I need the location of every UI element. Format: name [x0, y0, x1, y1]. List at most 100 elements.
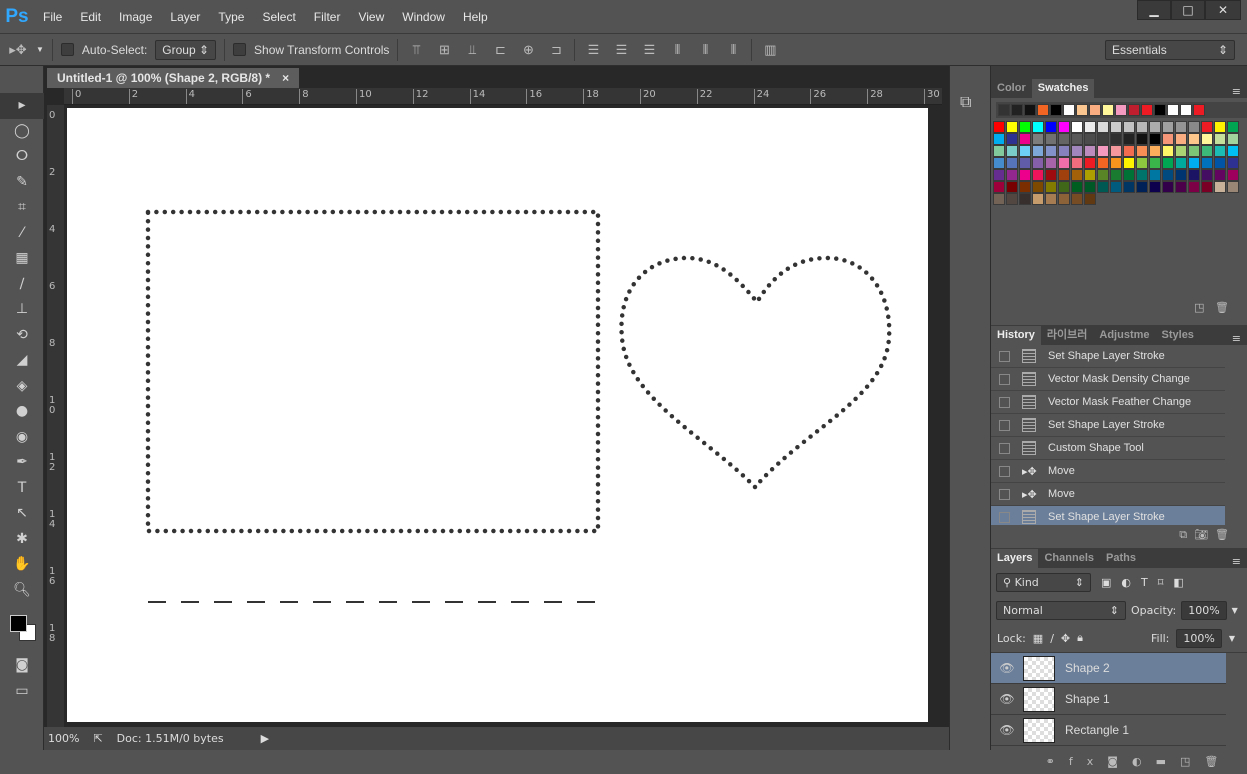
- swatch[interactable]: [1175, 145, 1187, 157]
- swatch[interactable]: [1136, 133, 1148, 145]
- swatch[interactable]: [1032, 121, 1044, 133]
- swatch[interactable]: [1058, 133, 1070, 145]
- swatch[interactable]: [1227, 169, 1239, 181]
- swatch[interactable]: [1110, 145, 1122, 157]
- swatch[interactable]: [993, 145, 1005, 157]
- swatch[interactable]: [1045, 181, 1057, 193]
- visibility-eye-icon[interactable]: 👁︎: [991, 723, 1023, 737]
- swatch[interactable]: [1162, 169, 1174, 181]
- swatch[interactable]: [1058, 193, 1070, 205]
- swatch[interactable]: [1162, 157, 1174, 169]
- swatch[interactable]: [1188, 121, 1200, 133]
- swatch[interactable]: [1167, 104, 1179, 116]
- swatch[interactable]: [1136, 145, 1148, 157]
- swatch[interactable]: [1084, 169, 1096, 181]
- swatch[interactable]: [1162, 181, 1174, 193]
- new-document-from-state-icon[interactable]: ⧉: [1179, 528, 1187, 541]
- align-right-icon[interactable]: ⊐: [546, 42, 566, 58]
- healing-brush-tool-icon[interactable]: ▦: [0, 246, 44, 272]
- tab-history[interactable]: History: [991, 326, 1041, 345]
- swatch[interactable]: [1214, 169, 1226, 181]
- swatch[interactable]: [1084, 193, 1096, 205]
- swatch[interactable]: [1214, 121, 1226, 133]
- screen-mode-icon[interactable]: ▭: [0, 679, 44, 705]
- fill-input[interactable]: 100%: [1176, 628, 1222, 648]
- crop-tool-icon[interactable]: ⌗: [0, 195, 44, 221]
- path-select-tool-icon[interactable]: ↖: [0, 501, 44, 527]
- swatch[interactable]: [1136, 121, 1148, 133]
- distribute-left-icon[interactable]: ⦀: [667, 42, 687, 58]
- swatch[interactable]: [1162, 145, 1174, 157]
- menu-layer[interactable]: Layer: [161, 10, 209, 24]
- swatch[interactable]: [993, 193, 1005, 205]
- dotted-heart[interactable]: [685, 154, 757, 302]
- swatch[interactable]: [1045, 145, 1057, 157]
- swatch[interactable]: [1019, 169, 1031, 181]
- status-menu-arrow[interactable]: ▶: [261, 732, 269, 745]
- align-bottom-icon[interactable]: ⫫: [462, 42, 482, 58]
- document-tab[interactable]: Untitled-1 @ 100% (Shape 2, RGB/8) * ×: [47, 68, 300, 88]
- mask-icon[interactable]: ◙: [1107, 755, 1132, 768]
- history-snapshot-checkbox[interactable]: [999, 396, 1010, 408]
- menu-help[interactable]: Help: [454, 10, 497, 24]
- swatch[interactable]: [1110, 133, 1122, 145]
- swatch[interactable]: [1045, 157, 1057, 169]
- pen-tool-icon[interactable]: ✒: [0, 450, 44, 476]
- swatch[interactable]: [1214, 181, 1226, 193]
- history-snapshot-checkbox[interactable]: [999, 465, 1010, 477]
- swatch[interactable]: [1045, 169, 1057, 181]
- swatch[interactable]: [1175, 133, 1187, 145]
- swatch[interactable]: [1123, 145, 1135, 157]
- new-layer-icon[interactable]: ◳: [1180, 755, 1204, 768]
- swatch[interactable]: [1063, 104, 1075, 116]
- ruler-top[interactable]: 0 2 4 6 8 10 12 14 16 18 20 22 24 26 28 30: [64, 88, 942, 105]
- marquee-tool-icon[interactable]: ◯: [0, 119, 44, 145]
- fx-icon[interactable]: fx: [1069, 755, 1107, 768]
- menu-file[interactable]: File: [34, 10, 71, 24]
- history-snapshot-checkbox[interactable]: [999, 419, 1010, 431]
- history-item[interactable]: Custom Shape Tool: [991, 437, 1225, 460]
- swatch[interactable]: [1175, 181, 1187, 193]
- zoom-level[interactable]: 100%: [48, 732, 79, 745]
- history-snapshot-checkbox[interactable]: [999, 488, 1010, 500]
- swatch[interactable]: [1058, 157, 1070, 169]
- snapshot-icon[interactable]: 📷︎: [1194, 528, 1208, 541]
- tab-channels[interactable]: Channels: [1038, 549, 1100, 568]
- filter-type-icon[interactable]: T: [1141, 576, 1148, 589]
- lock-image-icon[interactable]: ∕: [1050, 632, 1054, 645]
- swatch[interactable]: [1188, 133, 1200, 145]
- transform-controls-checkbox[interactable]: [233, 43, 247, 56]
- align-vcenter-icon[interactable]: ⊞: [434, 42, 454, 58]
- distribute-top-icon[interactable]: ☰: [583, 42, 603, 58]
- swatch[interactable]: [1175, 157, 1187, 169]
- swatch[interactable]: [993, 121, 1005, 133]
- link-icon[interactable]: ⚭: [1046, 755, 1069, 768]
- distribute-bottom-icon[interactable]: ☰: [639, 42, 659, 58]
- swatch[interactable]: [1123, 169, 1135, 181]
- opacity-dropdown[interactable]: ▼: [1232, 606, 1238, 615]
- custom-shape-tool-icon[interactable]: ✱: [0, 527, 44, 553]
- canvas[interactable]: [67, 108, 928, 722]
- tab-swatches[interactable]: Swatches: [1031, 79, 1095, 98]
- swatch[interactable]: [1227, 133, 1239, 145]
- swatch[interactable]: [1032, 145, 1044, 157]
- history-snapshot-checkbox[interactable]: [999, 350, 1010, 362]
- swatch[interactable]: [1136, 181, 1148, 193]
- quick-select-tool-icon[interactable]: ✎: [0, 170, 44, 196]
- filter-shape-icon[interactable]: ⌑: [1158, 576, 1164, 589]
- eyedropper-tool-icon[interactable]: ⁄: [0, 221, 44, 247]
- align-hcenter-icon[interactable]: ⊕: [518, 42, 538, 58]
- swatch[interactable]: [1050, 104, 1062, 116]
- folder-icon[interactable]: ▬: [1156, 755, 1180, 768]
- swatch[interactable]: [1084, 181, 1096, 193]
- swatch[interactable]: [1097, 157, 1109, 169]
- swatch[interactable]: [1084, 121, 1096, 133]
- swatch[interactable]: [1102, 104, 1114, 116]
- swatch[interactable]: [1123, 121, 1135, 133]
- swatch[interactable]: [1201, 169, 1213, 181]
- lock-position-icon[interactable]: ✥: [1061, 632, 1070, 645]
- swatch[interactable]: [1201, 133, 1213, 145]
- tab-color[interactable]: Color: [991, 79, 1032, 98]
- swatch[interactable]: [1136, 157, 1148, 169]
- swatch[interactable]: [1084, 145, 1096, 157]
